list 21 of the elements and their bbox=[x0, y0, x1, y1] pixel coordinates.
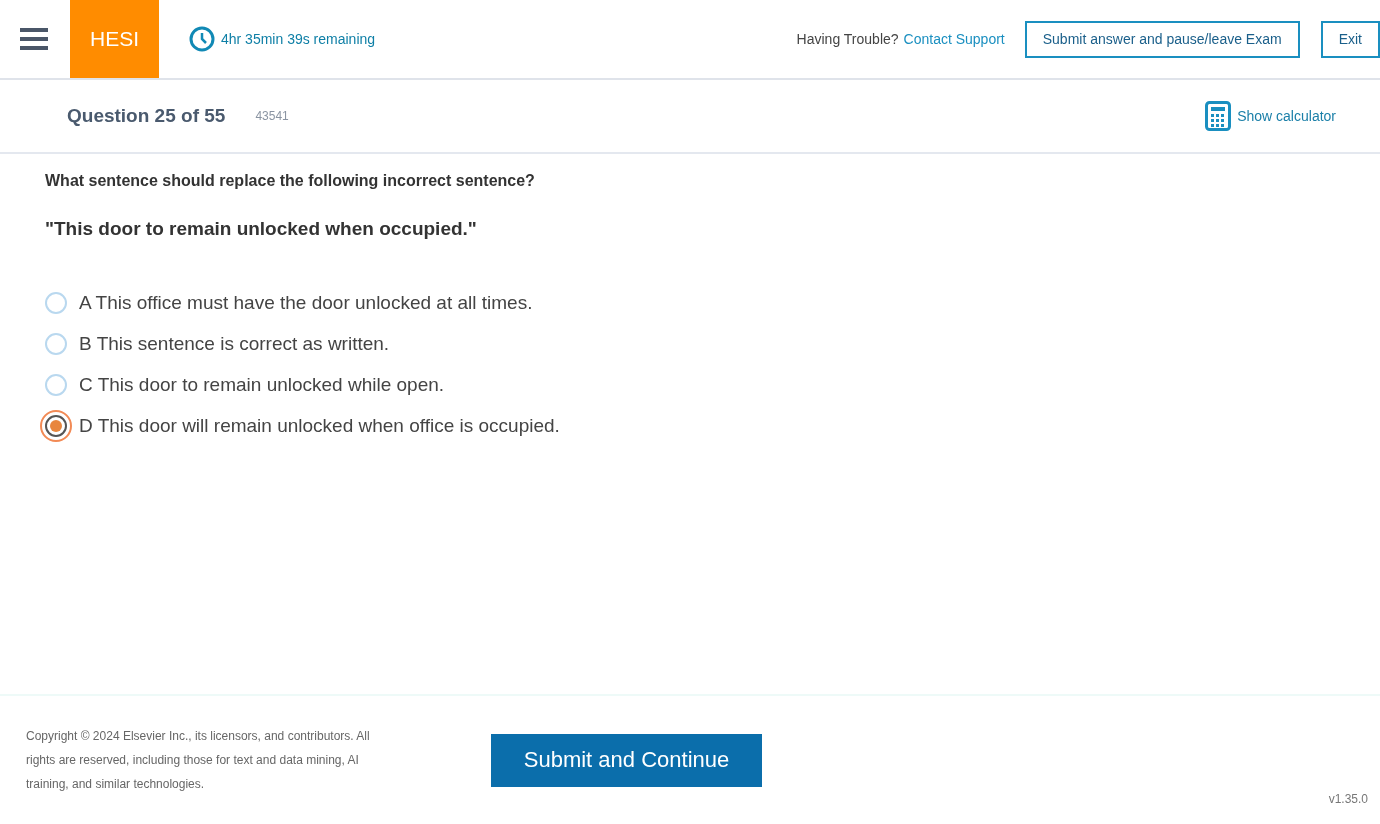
time-remaining: 4hr 35min 39s remaining bbox=[221, 31, 376, 47]
question-number: Question 25 of 55 bbox=[67, 105, 226, 127]
submit-continue-button[interactable]: Submit and Continue bbox=[491, 733, 762, 787]
answer-option[interactable]: A This office must have the door unlocked at all times. bbox=[79, 291, 533, 314]
exit-button[interactable]: Exit bbox=[1320, 20, 1380, 58]
contact-support-link[interactable]: Contact Support bbox=[903, 31, 1005, 47]
answer-option[interactable]: D This door will remain unlocked when office is occupied. bbox=[79, 414, 560, 437]
question-prompt: What sentence should replace the following incorrect sentence? bbox=[45, 172, 536, 190]
menu-icon bbox=[20, 28, 48, 50]
clock-icon bbox=[189, 26, 215, 52]
answer-option[interactable]: C This door to remain unlocked while open. bbox=[79, 373, 445, 396]
copyright-text: Copyright © 2024 Elsevier Inc., its licensors, and contributors. All rights are reserved, including those for text and data mining, AI training, and similar technologies. bbox=[26, 728, 371, 793]
question-sentence: "This door to remain unlocked when occupied." bbox=[45, 218, 478, 240]
help-text: Having Trouble? bbox=[796, 31, 899, 47]
answer-option[interactable]: B This sentence is correct as written. bbox=[79, 332, 390, 355]
pause-leave-button[interactable]: Submit answer and pause/leave Exam bbox=[1024, 20, 1300, 58]
version-label: v1.35.0 bbox=[1328, 792, 1368, 806]
calculator-icon bbox=[1205, 101, 1232, 131]
logo: HESI bbox=[70, 0, 159, 78]
question-id: 43541 bbox=[255, 109, 289, 123]
show-calculator-button[interactable]: Show calculator bbox=[1205, 101, 1336, 131]
